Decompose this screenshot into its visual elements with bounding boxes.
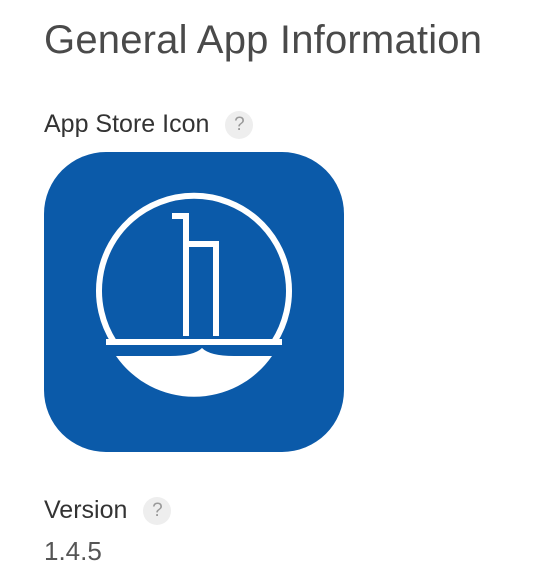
app-logo-icon-graphic — [96, 192, 292, 397]
version-value: 1.4.5 — [44, 536, 102, 566]
app-store-icon-help-button[interactable]: ? — [225, 110, 254, 139]
app-logo-icon — [44, 152, 344, 452]
app-store-icon-label-text: App Store Icon — [44, 110, 210, 138]
version-label-text: Version — [44, 496, 128, 524]
version-label: Version ? — [44, 496, 172, 525]
page-title: General App Information — [44, 18, 483, 62]
app-store-icon-label: App Store Icon ? — [44, 110, 254, 139]
version-help-button[interactable]: ? — [143, 496, 172, 525]
